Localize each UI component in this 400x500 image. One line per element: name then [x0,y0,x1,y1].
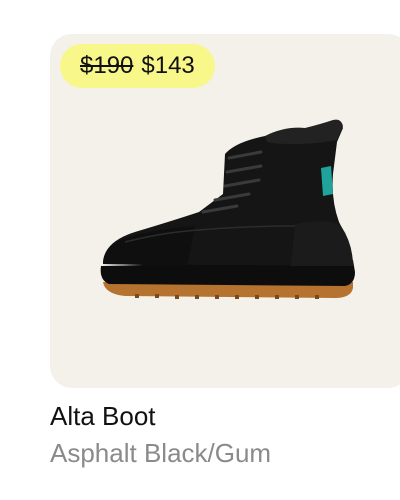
sale-price: $143 [141,52,195,79]
price-badge: $190 $143 [60,44,215,88]
product-card[interactable]: $190 $143 Alta Boot Asphalt Black/Gum [0,0,400,500]
product-color-name: Asphalt Black/Gum [50,438,272,468]
product-image-panel[interactable]: $190 $143 [50,34,400,388]
original-price: $190 [80,52,134,79]
product-name[interactable]: Alta Boot [50,401,156,432]
boot-icon [100,119,356,299]
